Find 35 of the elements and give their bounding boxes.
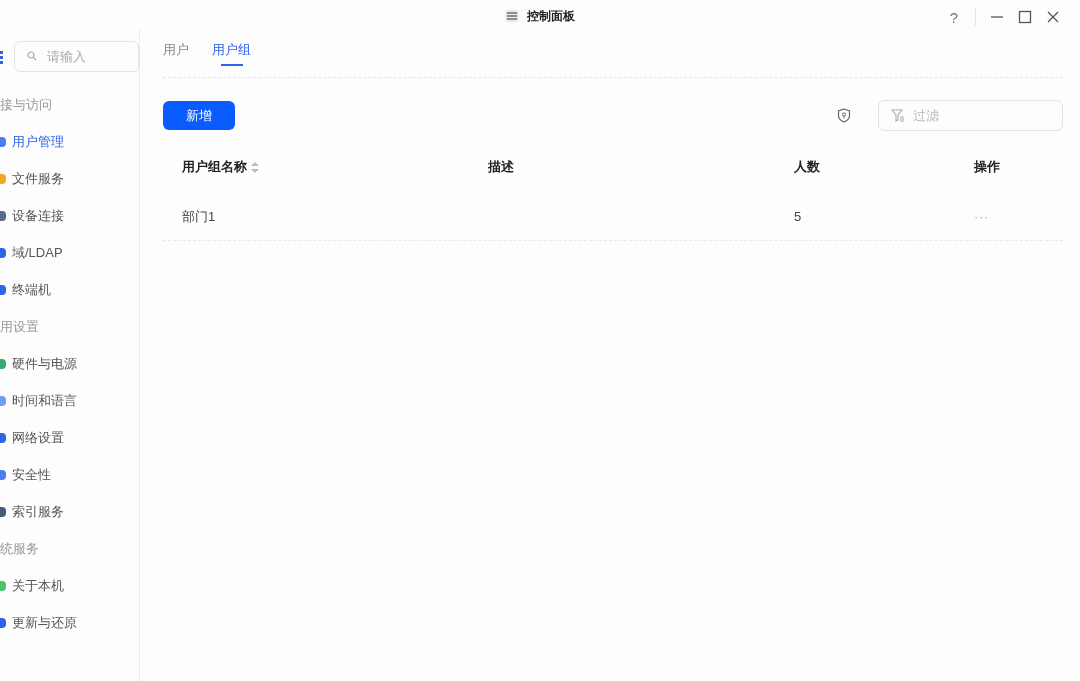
- sidebar-item[interactable]: 安全性: [0, 456, 139, 493]
- help-button[interactable]: ?: [947, 9, 961, 25]
- column-header: 人数: [794, 158, 820, 177]
- close-icon[interactable]: [1046, 10, 1060, 24]
- sidebar-item[interactable]: 文件服务: [0, 160, 139, 197]
- search-field[interactable]: 请输入: [14, 41, 139, 72]
- section-heading: 用设置: [0, 318, 40, 336]
- sidebar-item[interactable]: 网络设置: [0, 419, 139, 456]
- sidebar-item[interactable]: 用户管理: [0, 123, 139, 160]
- sidebar-item[interactable]: 关于本机: [0, 567, 139, 604]
- maximize-icon[interactable]: [1018, 10, 1032, 24]
- column-header: 描述: [488, 158, 514, 177]
- sidebar-item[interactable]: 域/LDAP: [0, 234, 139, 271]
- filter-field[interactable]: 过滤: [878, 100, 1063, 131]
- shield-icon[interactable]: [837, 108, 851, 123]
- sidebar-item[interactable]: 硬件与电源: [0, 345, 139, 382]
- section-heading: 接与访问: [0, 96, 53, 114]
- table-cell: 5: [794, 209, 802, 224]
- section-heading: 统服务: [0, 540, 40, 558]
- table-cell: 部门1: [182, 209, 216, 224]
- tab[interactable]: 用户组: [212, 37, 251, 77]
- sliders-icon: [505, 10, 519, 22]
- sidebar-item[interactable]: 时间和语言: [0, 382, 139, 419]
- sidebar-item[interactable]: 更新与还原: [0, 604, 139, 641]
- sidebar-item[interactable]: 索引服务: [0, 493, 139, 530]
- tab[interactable]: 用户: [163, 37, 189, 77]
- sidebar-item[interactable]: 终端机: [0, 271, 139, 308]
- column-header: 操作: [974, 158, 1000, 177]
- grid-menu-icon[interactable]: [0, 49, 4, 64]
- add-button[interactable]: 新增: [163, 101, 235, 130]
- window-title: 控制面板: [527, 8, 575, 25]
- sidebar-item[interactable]: 设备连接: [0, 197, 139, 234]
- column-header: 用户组名称: [182, 158, 247, 177]
- search-icon: [27, 51, 37, 61]
- filter-icon: [891, 109, 905, 122]
